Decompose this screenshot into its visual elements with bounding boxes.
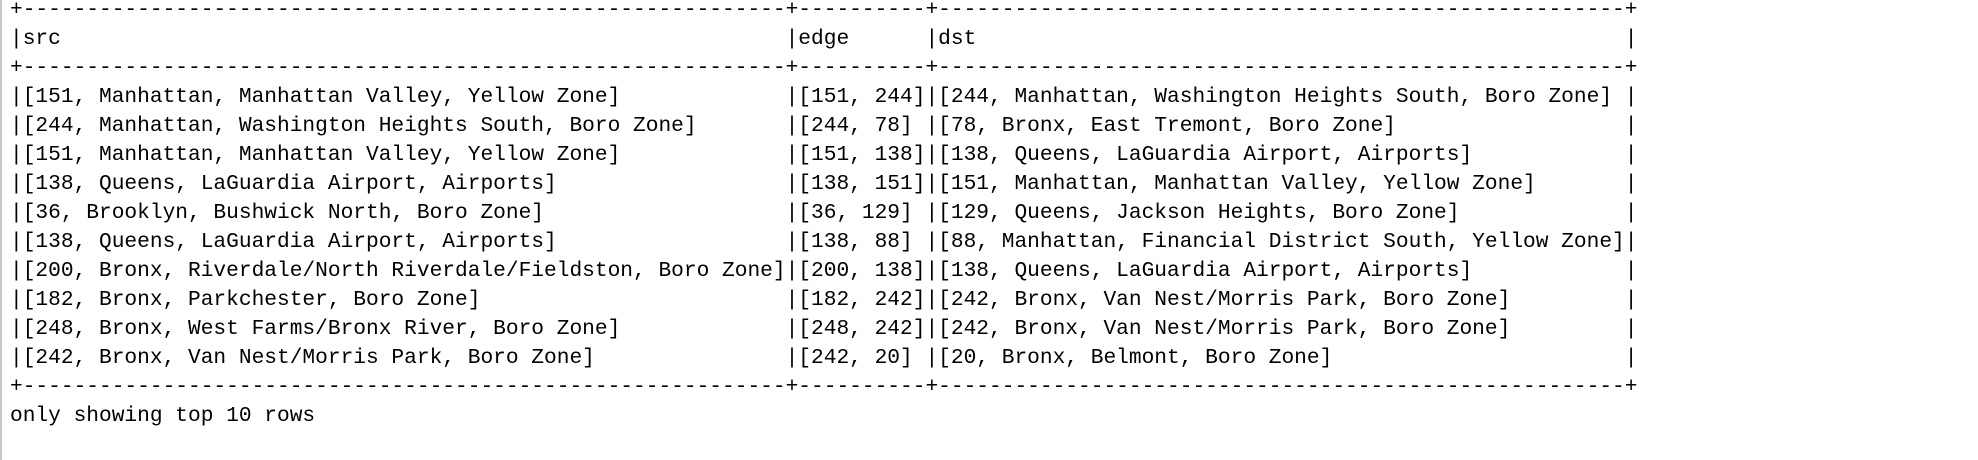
table-row: |[151, Manhattan, Manhattan Valley, Yell…	[10, 143, 1638, 167]
table-row: |[36, Brooklyn, Bushwick North, Boro Zon…	[10, 201, 1638, 225]
table-row: |[248, Bronx, West Farms/Bronx River, Bo…	[10, 317, 1638, 341]
table-row: |[244, Manhattan, Washington Heights Sou…	[10, 114, 1638, 138]
table-border-top: +---------------------------------------…	[10, 0, 1638, 22]
table-row: |[242, Bronx, Van Nest/Morris Park, Boro…	[10, 346, 1638, 370]
table-row: |[151, Manhattan, Manhattan Valley, Yell…	[10, 85, 1638, 109]
table-row: |[138, Queens, LaGuardia Airport, Airpor…	[10, 172, 1638, 196]
table-row: |[138, Queens, LaGuardia Airport, Airpor…	[10, 230, 1638, 254]
ascii-table: +---------------------------------------…	[2, 0, 1976, 431]
table-row: |[200, Bronx, Riverdale/North Riverdale/…	[10, 259, 1638, 283]
table-border-header: +---------------------------------------…	[10, 56, 1638, 80]
cell-output: +---------------------------------------…	[0, 0, 1976, 460]
table-header-row: |src |edge |dst |	[10, 27, 1638, 51]
truncation-note: only showing top 10 rows	[10, 404, 316, 428]
table-border-bottom: +---------------------------------------…	[10, 375, 1638, 399]
table-row: |[182, Bronx, Parkchester, Boro Zone] |[…	[10, 288, 1638, 312]
